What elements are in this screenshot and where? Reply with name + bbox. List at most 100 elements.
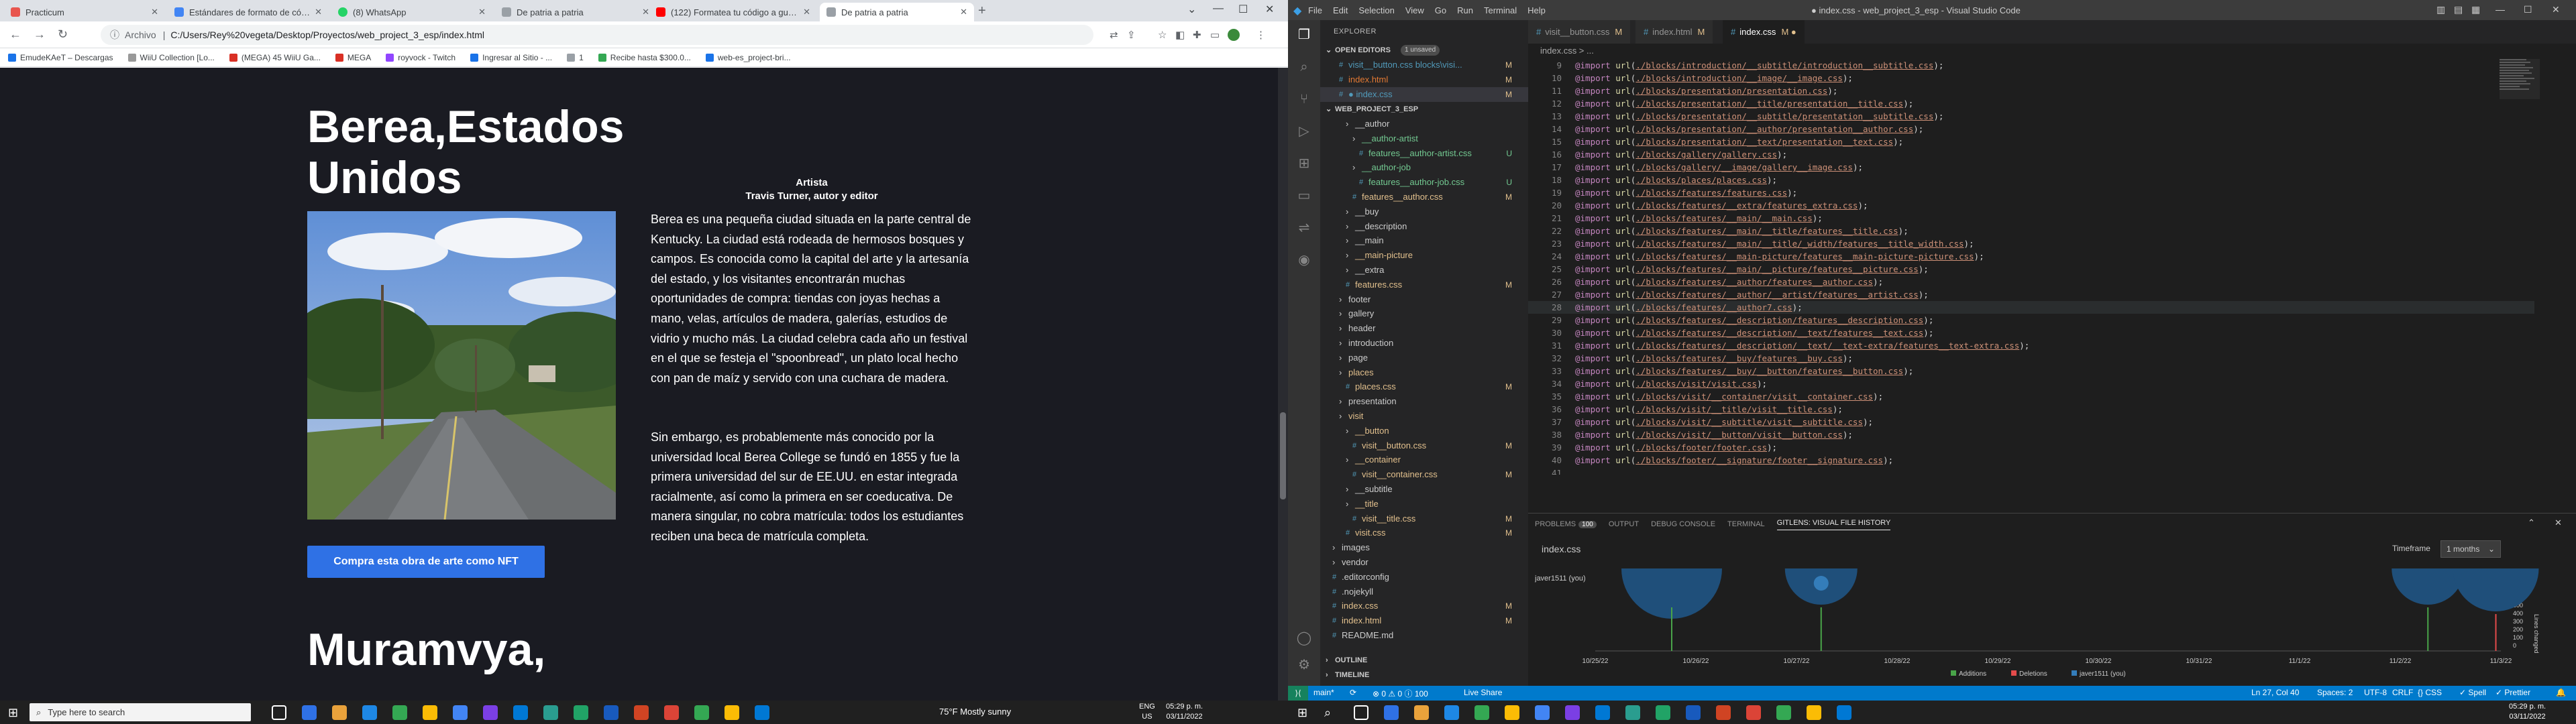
search-icon[interactable]: ⌕ bbox=[1296, 59, 1312, 75]
browser-tab[interactable]: (8) WhatsApp ✕ bbox=[331, 3, 492, 21]
new-tab-icon[interactable]: + bbox=[978, 3, 986, 19]
live-share-icon[interactable]: ⇌ bbox=[1296, 220, 1312, 236]
tree-folder[interactable]: › __main bbox=[1320, 233, 1528, 248]
edge-icon[interactable] bbox=[1444, 705, 1459, 720]
app-icon[interactable] bbox=[1565, 705, 1580, 720]
vscode-icon[interactable] bbox=[1837, 705, 1851, 720]
tree-folder[interactable]: › __author bbox=[1320, 117, 1528, 131]
powerpoint-icon[interactable] bbox=[1716, 705, 1731, 720]
timeline-header[interactable]: › TIMELINE bbox=[1320, 668, 1528, 682]
bookmark-item[interactable]: WiiU Collection [Lo... bbox=[127, 53, 215, 62]
explorer-icon[interactable]: ❐ bbox=[1296, 27, 1312, 43]
bookmark-item[interactable]: Ingresar al Sitio - ... bbox=[470, 53, 552, 62]
browser-tab[interactable]: De patria a patria ✕ bbox=[495, 3, 656, 21]
windows-start-icon[interactable]: ⊞ bbox=[1297, 706, 1307, 720]
forward-icon[interactable]: → bbox=[34, 27, 46, 42]
taskbar-search[interactable]: ⌕ Type here to search bbox=[30, 703, 251, 721]
translate-icon[interactable]: ⇄ bbox=[1110, 29, 1118, 41]
menu-item[interactable]: Go bbox=[1435, 5, 1446, 15]
minimize-icon[interactable]: — bbox=[1213, 3, 1224, 15]
share-icon[interactable]: ⇪ bbox=[1127, 29, 1136, 41]
chrome-icon[interactable] bbox=[724, 705, 739, 720]
layout-toggle-icon[interactable]: ▤ bbox=[2454, 4, 2463, 15]
tree-file[interactable]: # features__author-artist.css U bbox=[1320, 146, 1528, 161]
tree-file[interactable]: # visit__title.css M bbox=[1320, 511, 1528, 526]
close-tab-icon[interactable]: ✕ bbox=[315, 7, 322, 17]
app-icon[interactable] bbox=[1625, 705, 1640, 720]
store-icon[interactable] bbox=[1595, 705, 1610, 720]
run-debug-icon[interactable]: ▷ bbox=[1296, 123, 1312, 139]
browser-tab[interactable]: Estándares de formato de código ✕ bbox=[168, 3, 329, 21]
editor-tab[interactable]: # index.css M ● bbox=[1723, 20, 1805, 44]
tree-folder[interactable]: › __title bbox=[1320, 497, 1528, 511]
indentation[interactable]: Spaces: 2 bbox=[2317, 688, 2353, 697]
panel-tab[interactable]: DEBUG CONSOLE bbox=[1651, 520, 1715, 528]
tree-file[interactable]: # visit__button.css M bbox=[1320, 438, 1528, 453]
live-share-status[interactable]: Live Share bbox=[1464, 688, 1502, 697]
tree-folder[interactable]: › __author-job bbox=[1320, 160, 1528, 175]
windows-start-icon[interactable]: ⊞ bbox=[8, 706, 18, 720]
problems-status[interactable]: ⊗ 0 ⚠ 0 ⓘ 100 bbox=[1373, 688, 1428, 699]
panel-close-icon[interactable]: ✕ bbox=[2555, 518, 2562, 528]
file-history-chart[interactable]: javer1511 (you) 10/25/22 10/26/22 10/27/22 1… bbox=[1535, 567, 2568, 681]
app-icon[interactable] bbox=[543, 705, 558, 720]
git-branch[interactable]: main* bbox=[1313, 688, 1334, 697]
tree-file[interactable]: # visit.css M bbox=[1320, 526, 1528, 540]
open-editors-header[interactable]: ⌄ OPEN EDITORS 1 unsaved bbox=[1320, 43, 1528, 58]
cursor-position[interactable]: Ln 27, Col 40 bbox=[2251, 688, 2299, 697]
commit-bubble[interactable] bbox=[1813, 576, 1829, 591]
commit-bubble[interactable] bbox=[2453, 568, 2539, 611]
word-icon[interactable] bbox=[604, 705, 619, 720]
tree-file[interactable]: # places.css M bbox=[1320, 379, 1528, 394]
extensions-icon[interactable]: ⊞ bbox=[1296, 156, 1312, 172]
maximize-icon[interactable]: ☐ bbox=[2524, 4, 2532, 15]
browser-tab[interactable]: (122) Formatea tu código a guar... ✕ bbox=[649, 3, 817, 21]
extension-icon[interactable]: ◧ bbox=[1175, 29, 1185, 41]
tree-folder[interactable]: › __subtitle bbox=[1320, 482, 1528, 497]
app-icon[interactable] bbox=[483, 705, 498, 720]
chrome-icon[interactable] bbox=[1474, 705, 1489, 720]
close-window-icon[interactable]: ✕ bbox=[2552, 4, 2560, 15]
task-view-icon[interactable] bbox=[1354, 705, 1368, 720]
line-ending[interactable]: CRLF bbox=[2392, 688, 2413, 697]
tree-folder[interactable]: › __button bbox=[1320, 424, 1528, 438]
file-explorer-icon[interactable] bbox=[302, 705, 317, 720]
tree-file[interactable]: # README.md bbox=[1320, 628, 1528, 643]
tree-file[interactable]: # visit__container.css M bbox=[1320, 467, 1528, 482]
tree-folder[interactable]: › vendor bbox=[1320, 555, 1528, 570]
tree-file[interactable]: # visit__button.css blocks\visi... M bbox=[1320, 58, 1528, 72]
puzzle-icon[interactable]: ✚ bbox=[1193, 29, 1201, 41]
chrome-icon[interactable] bbox=[1776, 705, 1791, 720]
tree-folder[interactable]: › visit bbox=[1320, 409, 1528, 424]
search-icon[interactable]: ⌕ bbox=[1324, 706, 1331, 720]
star-icon[interactable]: ☆ bbox=[1158, 29, 1167, 41]
tree-file[interactable]: # features__author.css M bbox=[1320, 190, 1528, 204]
browser-tab-active[interactable]: De patria a patria ✕ bbox=[820, 3, 974, 21]
bookmark-item[interactable]: EmudeKAeT – Descargas bbox=[8, 53, 113, 62]
page-scrollbar[interactable] bbox=[1278, 68, 1288, 701]
powerpoint-icon[interactable] bbox=[634, 705, 649, 720]
menu-item[interactable]: Run bbox=[1457, 5, 1473, 15]
editor-tab[interactable]: # index.html M bbox=[1635, 20, 1714, 44]
tree-folder[interactable]: › __description bbox=[1320, 219, 1528, 234]
mail-icon[interactable] bbox=[1535, 705, 1550, 720]
tree-file[interactable]: # .editorconfig bbox=[1320, 570, 1528, 585]
settings-gear-icon[interactable]: ⚙ bbox=[1296, 657, 1312, 673]
panel-maximize-icon[interactable]: ⌃ bbox=[2528, 518, 2535, 528]
menu-item[interactable]: Selection bbox=[1358, 5, 1394, 15]
vscode-icon[interactable] bbox=[755, 705, 769, 720]
mail-icon[interactable] bbox=[453, 705, 468, 720]
sidebar-icon[interactable]: ▭ bbox=[1210, 29, 1220, 41]
chevron-down-icon[interactable]: ⌄ bbox=[1187, 3, 1196, 16]
bookmark-item[interactable]: MEGA bbox=[335, 53, 371, 62]
chrome-icon[interactable] bbox=[392, 705, 407, 720]
task-view-icon[interactable] bbox=[272, 705, 286, 720]
chrome-icon[interactable] bbox=[694, 705, 709, 720]
menu-item[interactable]: File bbox=[1308, 5, 1322, 15]
clock[interactable]: 05:29 p. m. 03/11/2022 bbox=[1166, 702, 1203, 722]
code-editor[interactable]: 9 @import url(./blocks/introduction/__sub… bbox=[1528, 59, 2534, 475]
panel-tab[interactable]: OUTPUT bbox=[1609, 520, 1639, 528]
prettier-status[interactable]: ✓ Prettier bbox=[2496, 688, 2530, 697]
tree-folder[interactable]: › gallery bbox=[1320, 306, 1528, 321]
close-tab-icon[interactable]: ✕ bbox=[803, 7, 810, 17]
